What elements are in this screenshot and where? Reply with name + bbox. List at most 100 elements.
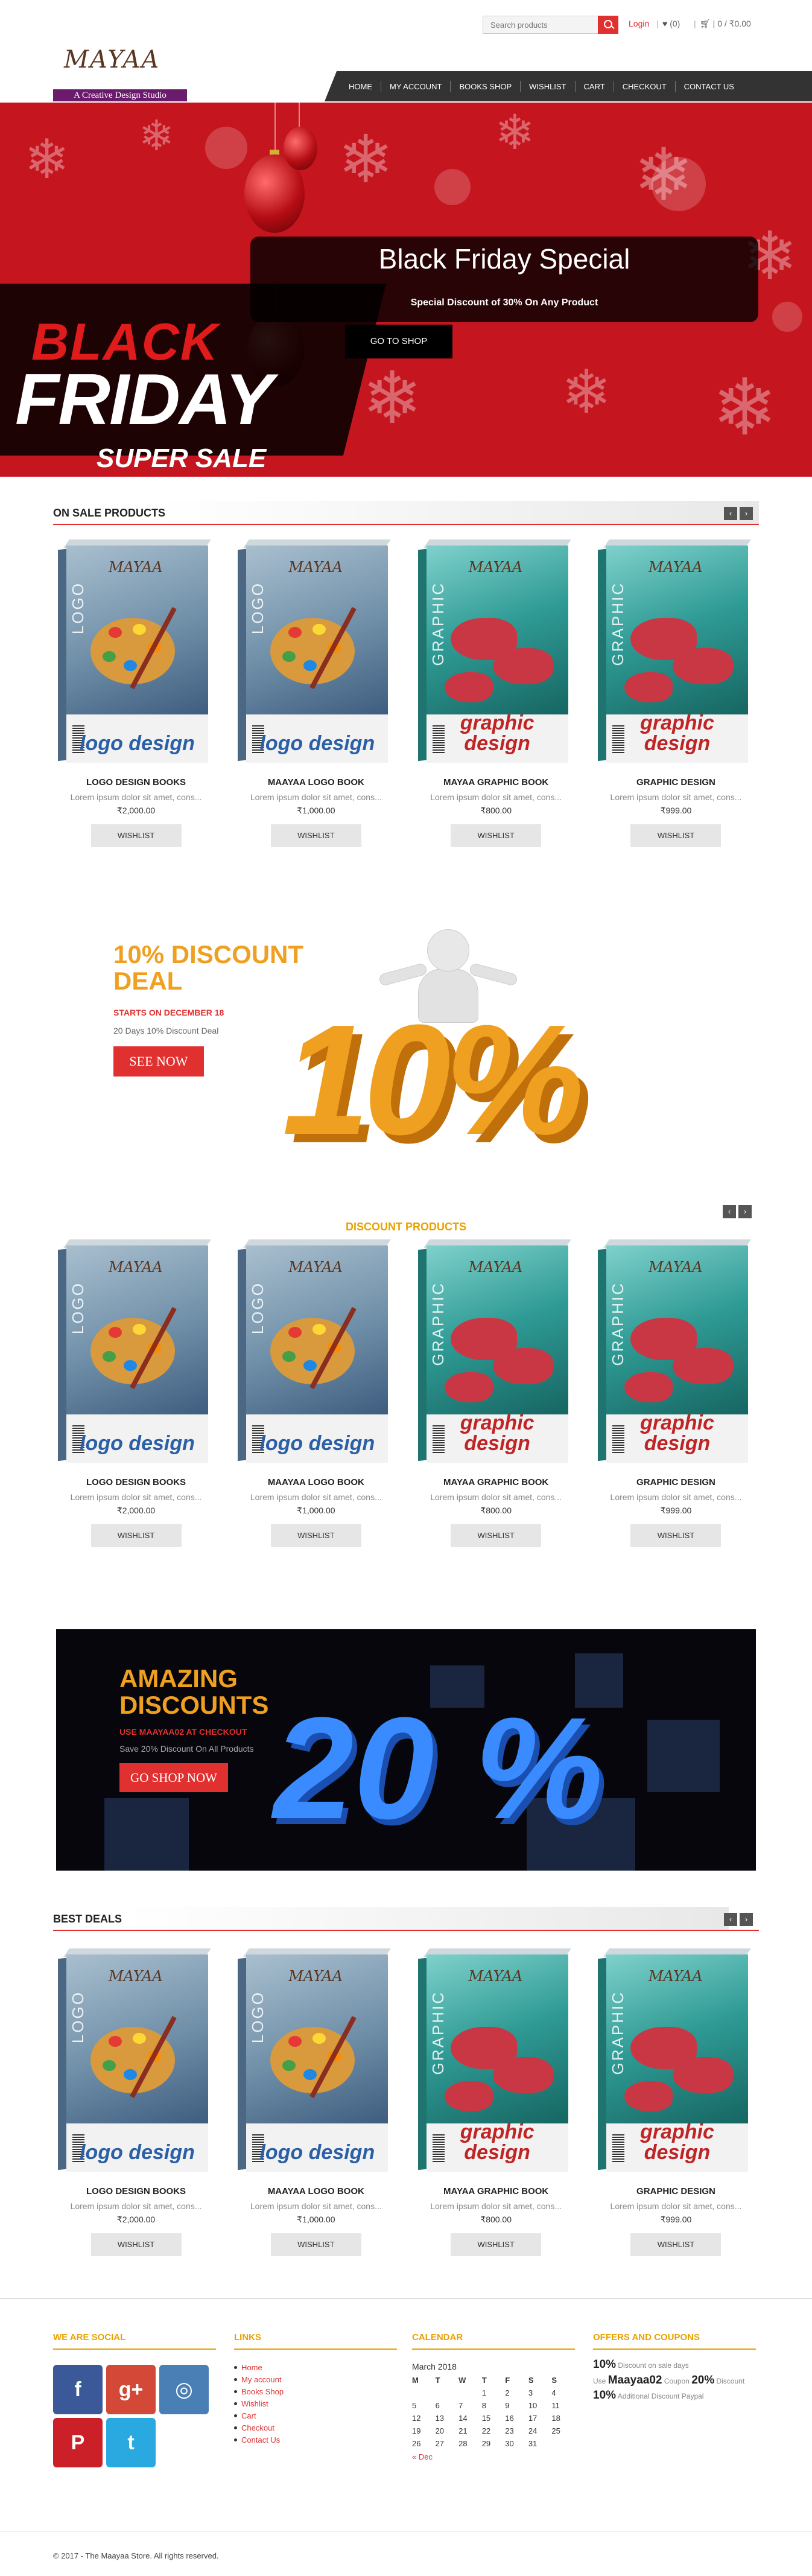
product-name[interactable]: MAAYAA LOGO BOOK bbox=[233, 1477, 399, 1487]
chevron-right-icon[interactable]: › bbox=[740, 1913, 753, 1926]
add-to-wishlist-button[interactable]: WISHLIST bbox=[270, 1524, 361, 1547]
product-image[interactable]: GRAPHIC MAYAA graphic design bbox=[593, 1946, 759, 2175]
add-to-wishlist-button[interactable]: WISHLIST bbox=[630, 2233, 722, 2256]
product-name[interactable]: GRAPHIC DESIGN bbox=[593, 777, 759, 787]
best-deals-grid: LOGO MAYAA logo design LOGO DESIGN BOOKS Lor… bbox=[53, 1946, 759, 2256]
search-icon[interactable] bbox=[598, 16, 618, 34]
calendar-day bbox=[436, 2387, 459, 2399]
product-name[interactable]: LOGO DESIGN BOOKS bbox=[53, 777, 219, 787]
fish-icon bbox=[492, 648, 553, 684]
nav-item-cart[interactable]: CART bbox=[576, 82, 614, 91]
footer-link[interactable]: Books Shop bbox=[234, 2387, 397, 2396]
add-to-wishlist-button[interactable]: WISHLIST bbox=[270, 824, 361, 847]
footer-link[interactable]: Checkout bbox=[234, 2423, 397, 2432]
box-front: GRAPHIC MAYAA graphic design bbox=[606, 545, 748, 763]
product-name[interactable]: MAAYAA LOGO BOOK bbox=[233, 777, 399, 787]
add-to-wishlist-button[interactable]: WISHLIST bbox=[270, 2233, 361, 2256]
product-image[interactable]: GRAPHIC MAYAA graphic design bbox=[593, 537, 759, 766]
product-name[interactable]: MAYAA GRAPHIC BOOK bbox=[413, 1477, 579, 1487]
nav-item-books-shop[interactable]: BOOKS SHOP bbox=[451, 82, 520, 91]
chevron-left-icon[interactable]: ‹ bbox=[724, 1913, 737, 1926]
bokeh-light bbox=[652, 157, 706, 211]
add-to-wishlist-button[interactable]: WISHLIST bbox=[630, 1524, 722, 1547]
footer-link[interactable]: Home bbox=[234, 2363, 397, 2372]
footer-link[interactable]: Wishlist bbox=[234, 2399, 397, 2408]
box-vertical-label: GRAPHIC bbox=[608, 582, 627, 666]
product-image[interactable]: LOGO MAYAA logo design bbox=[233, 537, 399, 766]
paint-dot bbox=[109, 1327, 122, 1338]
nav-item-my-account[interactable]: MY ACCOUNT bbox=[381, 82, 450, 91]
product-card: GRAPHIC MAYAA graphic design MAYAA GRAPHIC … bbox=[413, 1237, 579, 1547]
facebook-icon[interactable]: f bbox=[53, 2365, 103, 2414]
calendar-week-row: 12 13 14 15 16 17 18 bbox=[412, 2412, 575, 2425]
footer-link[interactable]: Contact Us bbox=[234, 2435, 397, 2444]
calendar-day: 2 bbox=[505, 2388, 510, 2397]
product-image[interactable]: LOGO MAYAA logo design bbox=[53, 1946, 219, 2175]
calendar-prev-link[interactable]: « Dec bbox=[412, 2452, 575, 2461]
product-name[interactable]: MAAYAA LOGO BOOK bbox=[233, 2186, 399, 2196]
product-image[interactable]: GRAPHIC MAYAA graphic design bbox=[413, 1237, 579, 1466]
add-to-wishlist-button[interactable]: WISHLIST bbox=[90, 824, 182, 847]
chevron-right-icon[interactable]: › bbox=[740, 507, 753, 520]
add-to-wishlist-button[interactable]: WISHLIST bbox=[451, 1524, 542, 1547]
product-card: GRAPHIC MAYAA graphic design GRAPHIC DESIGN… bbox=[593, 1237, 759, 1547]
google-plus-icon[interactable]: g+ bbox=[106, 2365, 156, 2414]
product-name[interactable]: LOGO DESIGN BOOKS bbox=[53, 1477, 219, 1487]
nav-item-wishlist[interactable]: WISHLIST bbox=[521, 82, 574, 91]
chevron-right-icon[interactable]: › bbox=[738, 1205, 752, 1218]
product-name[interactable]: LOGO DESIGN BOOKS bbox=[53, 2186, 219, 2196]
nav-item-checkout[interactable]: CHECKOUT bbox=[614, 82, 675, 91]
box-title: graphic design bbox=[640, 711, 714, 755]
carousel-arrows: ‹ › bbox=[724, 1913, 753, 1926]
product-card: LOGO MAYAA logo design MAAYAA LOGO BOOK Lore… bbox=[233, 1237, 399, 1547]
nav-item-contact-us[interactable]: CONTACT US bbox=[676, 82, 743, 91]
nav-item-home[interactable]: HOME bbox=[340, 82, 381, 91]
box-label-panel: graphic design bbox=[606, 1411, 748, 1463]
box-label-panel: logo design bbox=[66, 2123, 208, 2172]
product-image[interactable]: LOGO MAYAA logo design bbox=[53, 537, 219, 766]
product-name[interactable]: MAYAA GRAPHIC BOOK bbox=[413, 2186, 579, 2196]
divider: | bbox=[694, 19, 696, 28]
wishlist-link[interactable]: ♥ (0) bbox=[662, 19, 680, 28]
mini-cart-link[interactable]: 🛒︎ | 0 / ₹0.00 bbox=[700, 19, 751, 29]
go-to-shop-button[interactable]: GO TO SHOP bbox=[345, 325, 463, 358]
product-image[interactable]: GRAPHIC MAYAA graphic design bbox=[413, 537, 579, 766]
login-link[interactable]: Login bbox=[629, 19, 649, 28]
product-name[interactable]: MAYAA GRAPHIC BOOK bbox=[413, 777, 579, 787]
site-logo[interactable]: MAYAA A Creative Design Studio bbox=[53, 43, 192, 101]
footer-link[interactable]: Cart bbox=[234, 2411, 397, 2420]
product-image[interactable]: LOGO MAYAA logo design bbox=[233, 1237, 399, 1466]
box-vertical-label: GRAPHIC bbox=[428, 1282, 447, 1366]
paint-dot bbox=[124, 2069, 137, 2080]
chevron-left-icon[interactable]: ‹ bbox=[724, 507, 737, 520]
go-shop-now-button[interactable]: GO SHOP NOW bbox=[119, 1763, 228, 1792]
twitter-icon[interactable]: t bbox=[106, 2418, 156, 2467]
product-name[interactable]: GRAPHIC DESIGN bbox=[593, 2186, 759, 2196]
see-now-button[interactable]: SEE NOW bbox=[113, 1046, 204, 1077]
bokeh-light bbox=[434, 169, 471, 205]
add-to-wishlist-button[interactable]: WISHLIST bbox=[90, 2233, 182, 2256]
twenty-percent-art: 20 % bbox=[273, 1687, 604, 1849]
box-vertical-label: GRAPHIC bbox=[428, 1991, 447, 2075]
chevron-left-icon[interactable]: ‹ bbox=[723, 1205, 736, 1218]
offer-text: Discount on sale days bbox=[616, 2361, 689, 2370]
box-front: LOGO MAYAA logo design bbox=[246, 545, 389, 763]
promo-subtitle: USE MAAYAA02 AT CHECKOUT bbox=[119, 1727, 247, 1737]
product-image[interactable]: GRAPHIC MAYAA graphic design bbox=[593, 1237, 759, 1466]
box-title: graphic design bbox=[640, 1411, 714, 1455]
carousel-arrows: ‹ › bbox=[724, 507, 753, 520]
add-to-wishlist-button[interactable]: WISHLIST bbox=[630, 824, 722, 847]
add-to-wishlist-button[interactable]: WISHLIST bbox=[90, 1524, 182, 1547]
product-name[interactable]: GRAPHIC DESIGN bbox=[593, 1477, 759, 1487]
footer-link[interactable]: My account bbox=[234, 2375, 397, 2384]
add-to-wishlist-button[interactable]: WISHLIST bbox=[451, 824, 542, 847]
add-to-wishlist-button[interactable]: WISHLIST bbox=[451, 2233, 542, 2256]
fish-icon bbox=[444, 1372, 493, 1402]
box-brand: MAYAA bbox=[109, 1259, 163, 1276]
product-image[interactable]: LOGO MAYAA logo design bbox=[233, 1946, 399, 2175]
instagram-icon[interactable]: ◎ bbox=[159, 2365, 209, 2414]
product-image[interactable]: GRAPHIC MAYAA graphic design bbox=[413, 1946, 579, 2175]
page: Login | ♥ (0) | 🛒︎ | 0 / ₹0.00 MAYAA A C… bbox=[0, 0, 812, 2576]
pinterest-icon[interactable]: P bbox=[53, 2418, 103, 2467]
product-image[interactable]: LOGO MAYAA logo design bbox=[53, 1237, 219, 1466]
